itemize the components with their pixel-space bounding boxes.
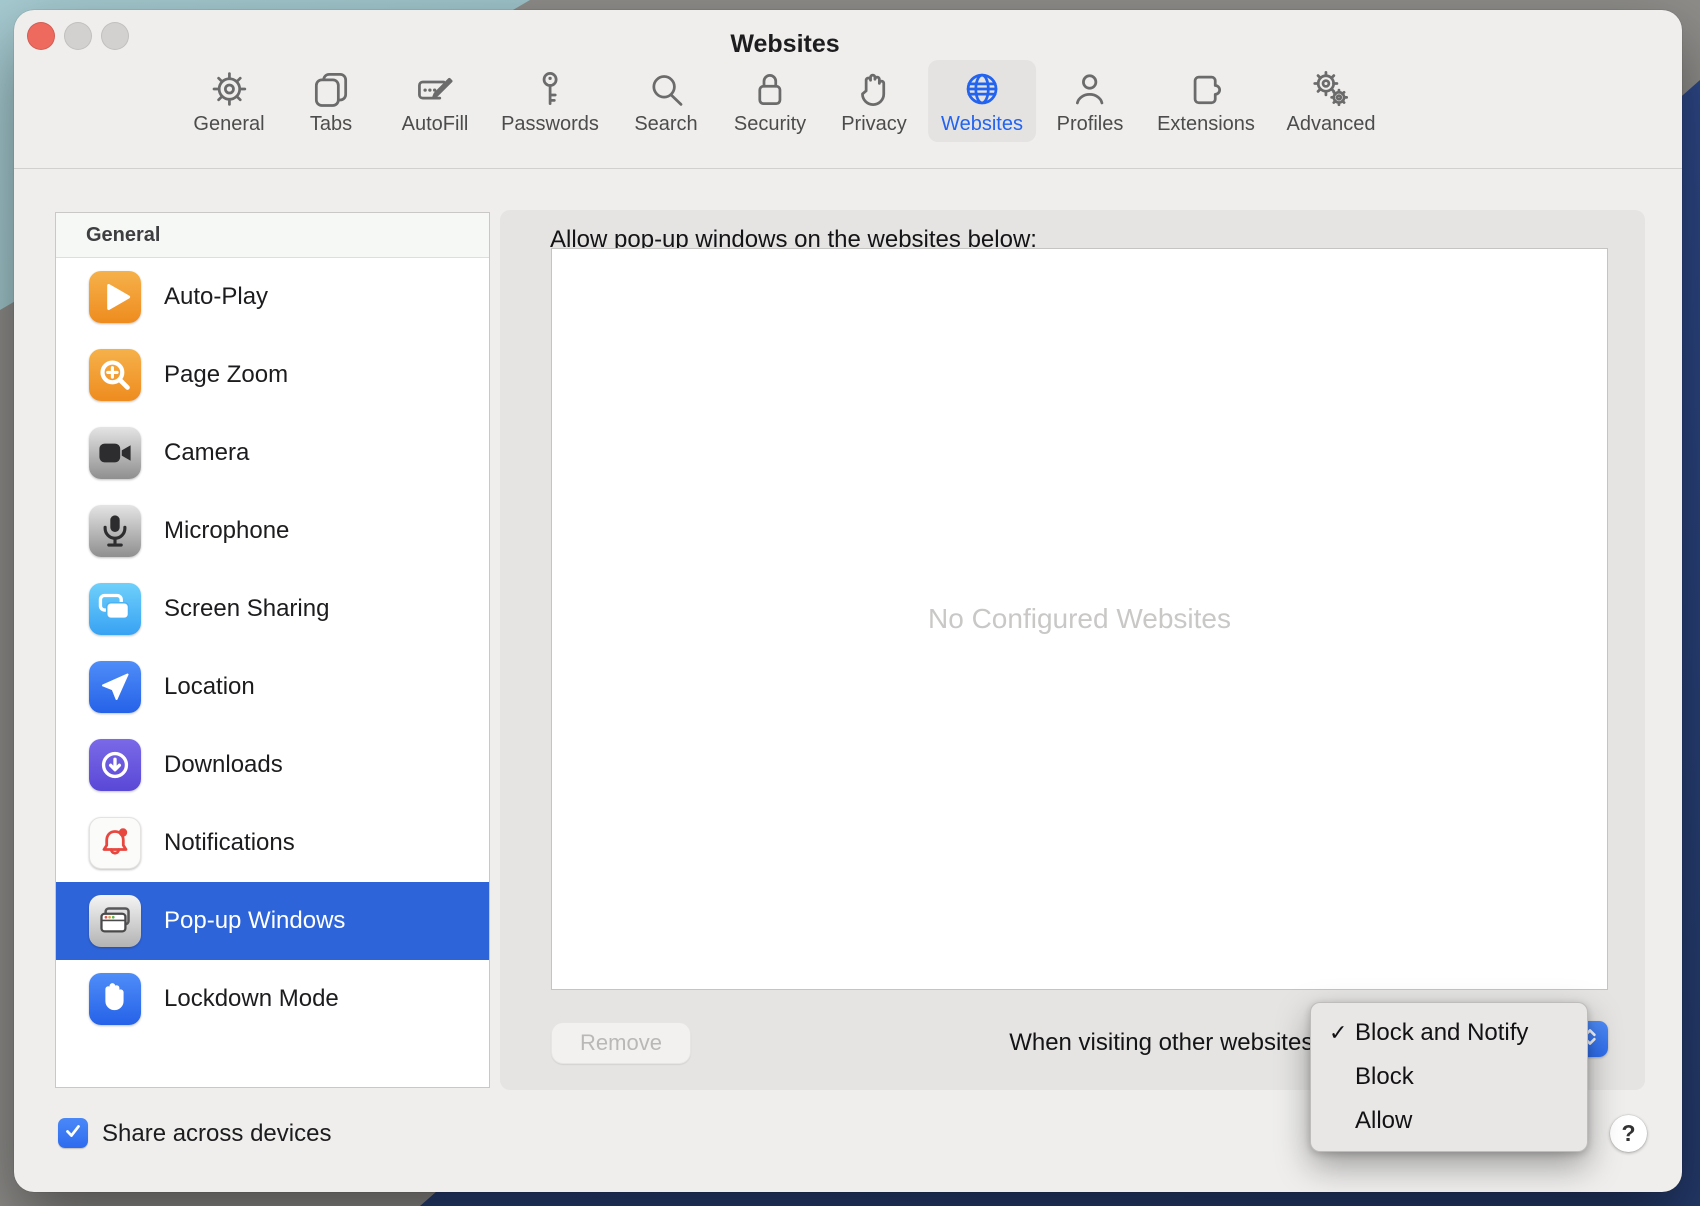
- tab-tabs[interactable]: Tabs: [296, 60, 366, 142]
- close-window-button[interactable]: [27, 22, 55, 50]
- websites-sidebar: General Auto-Play Page Zoom Camera Micro: [55, 212, 490, 1088]
- menu-item-block-and-notify[interactable]: ✓ Block and Notify: [1311, 1011, 1587, 1055]
- hand-icon: [852, 67, 896, 111]
- sidebar-item-camera[interactable]: Camera: [56, 414, 489, 492]
- window-title: Websites: [730, 30, 839, 59]
- share-across-devices-checkbox[interactable]: [58, 1118, 88, 1148]
- puzzle-icon: [1184, 67, 1228, 111]
- sidebar-item-lockdown-mode[interactable]: Lockdown Mode: [56, 960, 489, 1038]
- default-policy-menu: ✓ Block and Notify Block Allow: [1310, 1002, 1588, 1152]
- tab-label: Extensions: [1157, 113, 1255, 136]
- tab-label: General: [193, 113, 264, 136]
- share-across-devices-label: Share across devices: [102, 1118, 331, 1148]
- tab-websites[interactable]: Websites: [928, 60, 1036, 142]
- zoom-window-button[interactable]: [101, 22, 129, 50]
- tab-search[interactable]: Search: [621, 60, 710, 142]
- gear-icon: [207, 67, 251, 111]
- sidebar-item-pop-up-windows[interactable]: Pop-up Windows: [56, 882, 489, 960]
- video-camera-icon: [89, 427, 141, 479]
- sidebar-item-label: Downloads: [164, 751, 283, 779]
- minimize-window-button[interactable]: [64, 22, 92, 50]
- sidebar-item-page-zoom[interactable]: Page Zoom: [56, 336, 489, 414]
- sidebar-item-label: Location: [164, 673, 255, 701]
- tab-label: Search: [634, 113, 697, 136]
- key-icon: [528, 67, 572, 111]
- menu-item-block[interactable]: Block: [1311, 1055, 1587, 1099]
- tab-security[interactable]: Security: [721, 60, 819, 142]
- sidebar-item-label: Notifications: [164, 829, 295, 857]
- lock-icon: [748, 67, 792, 111]
- play-icon: [89, 271, 141, 323]
- sidebar-item-label: Auto-Play: [164, 283, 268, 311]
- microphone-icon: [89, 505, 141, 557]
- menu-item-label: Allow: [1355, 1107, 1412, 1135]
- menu-item-allow[interactable]: Allow: [1311, 1099, 1587, 1143]
- tab-label: Websites: [941, 113, 1023, 136]
- tab-label: AutoFill: [402, 113, 469, 136]
- raised-hand-icon: [89, 973, 141, 1025]
- sidebar-item-screen-sharing[interactable]: Screen Sharing: [56, 570, 489, 648]
- tab-label: Tabs: [310, 113, 352, 136]
- configured-websites-list[interactable]: No Configured Websites: [551, 248, 1608, 990]
- sidebar-item-auto-play[interactable]: Auto-Play: [56, 258, 489, 336]
- tab-general[interactable]: General: [180, 60, 277, 142]
- globe-icon: [960, 67, 1004, 111]
- magnifier-icon: [644, 67, 688, 111]
- sidebar-item-label: Microphone: [164, 517, 289, 545]
- tab-label: Privacy: [841, 113, 907, 136]
- safari-preferences-window: Websites General Tabs AutoFill Passwords: [14, 10, 1682, 1192]
- help-button[interactable]: ?: [1610, 1115, 1647, 1152]
- when-visiting-label: When visiting other websites:: [1009, 1022, 1320, 1064]
- sidebar-item-downloads[interactable]: Downloads: [56, 726, 489, 804]
- tab-autofill[interactable]: AutoFill: [389, 60, 482, 142]
- sidebar-item-notifications[interactable]: Notifications: [56, 804, 489, 882]
- screens-icon: [89, 583, 141, 635]
- gears-icon: [1309, 67, 1353, 111]
- bell-icon: [89, 817, 141, 869]
- preferences-toolbar: Websites General Tabs AutoFill Passwords: [14, 10, 1682, 169]
- empty-list-placeholder: No Configured Websites: [928, 603, 1231, 635]
- tab-passwords[interactable]: Passwords: [488, 60, 612, 142]
- popup-windows-panel: Allow pop-up windows on the websites bel…: [500, 210, 1645, 1090]
- tabs-icon: [309, 67, 353, 111]
- zoom-plus-icon: [89, 349, 141, 401]
- tab-profiles[interactable]: Profiles: [1044, 60, 1137, 142]
- sidebar-item-label: Lockdown Mode: [164, 985, 339, 1013]
- tab-advanced[interactable]: Advanced: [1274, 60, 1389, 142]
- tab-label: Security: [734, 113, 806, 136]
- tab-extensions[interactable]: Extensions: [1144, 60, 1268, 142]
- remove-button[interactable]: Remove: [551, 1022, 691, 1064]
- tab-label: Advanced: [1287, 113, 1376, 136]
- menu-item-label: Block: [1355, 1063, 1414, 1091]
- sidebar-item-microphone[interactable]: Microphone: [56, 492, 489, 570]
- popup-window-icon: [89, 895, 141, 947]
- sidebar-item-label: Pop-up Windows: [164, 907, 345, 935]
- checkmark-icon: ✓: [1329, 1020, 1355, 1046]
- sidebar-item-location[interactable]: Location: [56, 648, 489, 726]
- sidebar-item-label: Camera: [164, 439, 249, 467]
- sidebar-section-header: General: [56, 213, 489, 258]
- menu-item-label: Block and Notify: [1355, 1019, 1528, 1047]
- sidebar-item-label: Screen Sharing: [164, 595, 329, 623]
- check-icon: [62, 1120, 84, 1147]
- tab-privacy[interactable]: Privacy: [828, 60, 920, 142]
- autofill-icon: [413, 67, 457, 111]
- person-icon: [1068, 67, 1112, 111]
- tab-label: Profiles: [1057, 113, 1124, 136]
- tab-label: Passwords: [501, 113, 599, 136]
- download-icon: [89, 739, 141, 791]
- navigation-icon: [89, 661, 141, 713]
- sidebar-item-label: Page Zoom: [164, 361, 288, 389]
